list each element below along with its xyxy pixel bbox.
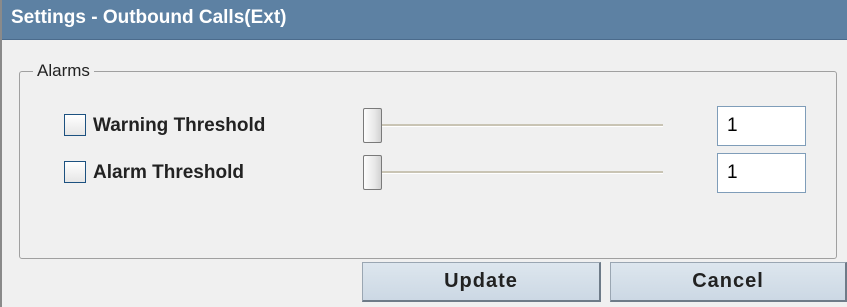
- window-title: Settings - Outbound Calls(Ext): [2, 0, 847, 40]
- warning-threshold-label: Warning Threshold: [93, 115, 266, 136]
- settings-window: Settings - Outbound Calls(Ext) Alarms Wa…: [0, 0, 847, 307]
- alarm-threshold-label: Alarm Threshold: [93, 162, 244, 183]
- alarm-threshold-checkbox[interactable]: [64, 161, 86, 183]
- warning-threshold-slider-thumb[interactable]: [363, 108, 382, 143]
- alarms-legend: Alarms: [33, 59, 94, 83]
- warning-threshold-row: Warning Threshold: [2, 106, 847, 146]
- cancel-button[interactable]: Cancel: [610, 262, 847, 302]
- warning-threshold-input[interactable]: [717, 106, 806, 146]
- alarm-threshold-slider-thumb[interactable]: [363, 155, 382, 190]
- warning-threshold-slider-track[interactable]: [370, 124, 663, 127]
- alarm-threshold-slider-track[interactable]: [370, 171, 663, 174]
- alarm-threshold-row: Alarm Threshold: [2, 153, 847, 193]
- update-button[interactable]: Update: [362, 262, 601, 302]
- settings-content: Alarms Warning Threshold Alarm Threshold…: [2, 40, 847, 307]
- warning-threshold-checkbox[interactable]: [64, 114, 86, 136]
- alarm-threshold-input[interactable]: [717, 153, 806, 193]
